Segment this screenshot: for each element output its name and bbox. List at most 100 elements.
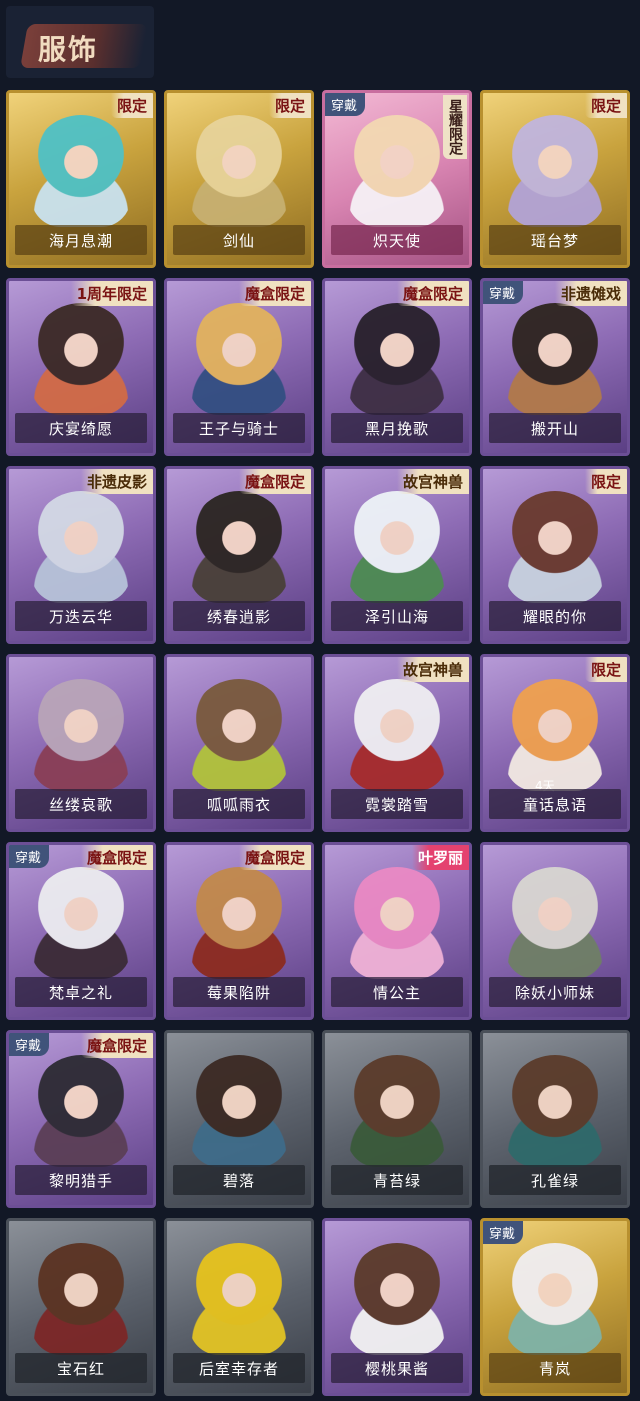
name-bar: 莓果陷阱 bbox=[173, 977, 305, 1007]
costume-card[interactable]: 1周年限定 庆宴绮愿 bbox=[6, 278, 156, 456]
costume-card[interactable]: 除妖小师妹 bbox=[480, 842, 630, 1020]
costume-card[interactable]: 限定剑仙 bbox=[164, 90, 314, 268]
name-bar: 青岚 bbox=[489, 1353, 621, 1383]
costume-name: 泽引山海 bbox=[364, 607, 429, 626]
name-bar: 万迭云华 bbox=[15, 601, 147, 631]
costume-name: 黑月挽歌 bbox=[364, 419, 429, 438]
costume-card[interactable]: 樱桃果酱 bbox=[322, 1218, 472, 1396]
limited-badge: 限定 bbox=[584, 657, 627, 682]
costume-card[interactable]: 限定海月息潮 bbox=[6, 90, 156, 268]
character-portrait bbox=[189, 303, 289, 415]
limited-badge: 限定 bbox=[584, 469, 627, 494]
costume-name: 青岚 bbox=[538, 1359, 571, 1378]
limited-badge: 魔盒限定 bbox=[80, 845, 153, 870]
name-bar: 宝石红 bbox=[15, 1353, 147, 1383]
costume-name: 剑仙 bbox=[222, 231, 255, 250]
name-bar: 霓裳踏雪 bbox=[331, 789, 463, 819]
costume-card[interactable]: 限定瑶台梦 bbox=[480, 90, 630, 268]
costume-card[interactable]: 穿戴 非遗傩戏 搬开山 bbox=[480, 278, 630, 456]
costume-card[interactable]: 穿戴 魔盒限定 黎明猎手 bbox=[6, 1030, 156, 1208]
name-bar: 梵卓之礼 bbox=[15, 977, 147, 1007]
limited-badge: 故宫神兽 bbox=[396, 469, 469, 494]
character-portrait bbox=[347, 303, 447, 415]
name-bar: 搬开山 bbox=[489, 413, 621, 443]
costume-card[interactable]: 穿戴 星耀限定炽天使 bbox=[322, 90, 472, 268]
name-bar: 耀眼的你 bbox=[489, 601, 621, 631]
character-portrait bbox=[505, 491, 605, 603]
name-bar: 除妖小师妹 bbox=[489, 977, 621, 1007]
name-bar: 泽引山海 bbox=[331, 601, 463, 631]
costume-name: 炽天使 bbox=[372, 231, 421, 250]
costume-card[interactable]: 穿戴 魔盒限定梵卓之礼 bbox=[6, 842, 156, 1020]
costume-card[interactable]: 后室幸存者 bbox=[164, 1218, 314, 1396]
costume-card[interactable]: 魔盒限定绣春逍影 bbox=[164, 466, 314, 644]
costume-name: 海月息潮 bbox=[48, 231, 113, 250]
character-portrait bbox=[189, 491, 289, 603]
page-title: 服饰 bbox=[38, 33, 99, 66]
character-portrait bbox=[189, 867, 289, 979]
costume-card[interactable]: 叶罗丽 情公主 bbox=[322, 842, 472, 1020]
costume-card[interactable]: 限定 4天 童话息语 bbox=[480, 654, 630, 832]
equipped-badge: 穿戴 bbox=[9, 845, 50, 868]
costume-card[interactable]: 故宫神兽泽引山海 bbox=[322, 466, 472, 644]
costume-name: 绣春逍影 bbox=[206, 607, 271, 626]
costume-card[interactable]: 非遗皮影 万迭云华 bbox=[6, 466, 156, 644]
costume-name: 后室幸存者 bbox=[198, 1359, 279, 1378]
costume-card[interactable]: 丝缕哀歌 bbox=[6, 654, 156, 832]
limited-badge: 非遗傩戏 bbox=[554, 281, 627, 306]
character-portrait bbox=[505, 1243, 605, 1355]
character-portrait bbox=[505, 1055, 605, 1167]
costume-card[interactable]: 穿戴青岚 bbox=[480, 1218, 630, 1396]
limited-badge: 星耀限定 bbox=[443, 95, 467, 159]
limited-badge: 1周年限定 bbox=[70, 281, 153, 306]
costume-card[interactable]: 魔盒限定黑月挽歌 bbox=[322, 278, 472, 456]
character-portrait bbox=[347, 491, 447, 603]
costume-name: 搬开山 bbox=[530, 419, 579, 438]
limited-badge: 限定 bbox=[584, 93, 627, 118]
character-portrait bbox=[347, 679, 447, 791]
name-bar: 丝缕哀歌 bbox=[15, 789, 147, 819]
costume-name: 情公主 bbox=[372, 983, 421, 1002]
costume-name: 呱呱雨衣 bbox=[206, 795, 271, 814]
title-plate: 服饰 bbox=[6, 6, 154, 78]
name-bar: 绣春逍影 bbox=[173, 601, 305, 631]
costume-card[interactable]: 限定耀眼的你 bbox=[480, 466, 630, 644]
costume-card[interactable]: 孔雀绿 bbox=[480, 1030, 630, 1208]
header: 服饰 bbox=[0, 0, 640, 84]
costume-card[interactable]: 宝石红 bbox=[6, 1218, 156, 1396]
character-portrait bbox=[505, 867, 605, 979]
costume-name: 樱桃果酱 bbox=[364, 1359, 429, 1378]
name-bar: 孔雀绿 bbox=[489, 1165, 621, 1195]
equipped-badge: 穿戴 bbox=[483, 1221, 524, 1244]
costume-card[interactable]: 魔盒限定王子与骑士 bbox=[164, 278, 314, 456]
name-bar: 王子与骑士 bbox=[173, 413, 305, 443]
costume-name: 碧落 bbox=[222, 1171, 255, 1190]
equipped-badge: 穿戴 bbox=[325, 93, 366, 116]
costume-name: 孔雀绿 bbox=[530, 1171, 579, 1190]
character-portrait bbox=[505, 679, 605, 791]
costume-card[interactable]: 魔盒限定 莓果陷阱 bbox=[164, 842, 314, 1020]
costume-card[interactable]: 呱呱雨衣 bbox=[164, 654, 314, 832]
costume-card[interactable]: 故宫神兽霓裳踏雪 bbox=[322, 654, 472, 832]
character-portrait bbox=[31, 115, 131, 227]
costume-card[interactable]: 青苔绿 bbox=[322, 1030, 472, 1208]
costume-name: 丝缕哀歌 bbox=[48, 795, 113, 814]
limited-badge: 故宫神兽 bbox=[396, 657, 469, 682]
costume-name: 瑶台梦 bbox=[530, 231, 579, 250]
limited-badge: 魔盒限定 bbox=[238, 281, 311, 306]
limited-badge: 魔盒限定 bbox=[238, 469, 311, 494]
name-bar: 青苔绿 bbox=[331, 1165, 463, 1195]
character-portrait bbox=[31, 303, 131, 415]
limited-badge: 限定 bbox=[268, 93, 311, 118]
costume-name: 耀眼的你 bbox=[522, 607, 587, 626]
character-portrait bbox=[189, 115, 289, 227]
equipped-badge: 穿戴 bbox=[9, 1033, 50, 1056]
costume-card[interactable]: 碧落 bbox=[164, 1030, 314, 1208]
name-bar: 剑仙 bbox=[173, 225, 305, 255]
character-portrait bbox=[347, 1055, 447, 1167]
limited-badge: 限定 bbox=[110, 93, 153, 118]
character-portrait bbox=[189, 679, 289, 791]
name-bar: 瑶台梦 bbox=[489, 225, 621, 255]
character-portrait bbox=[31, 1243, 131, 1355]
limited-badge: 魔盒限定 bbox=[396, 281, 469, 306]
